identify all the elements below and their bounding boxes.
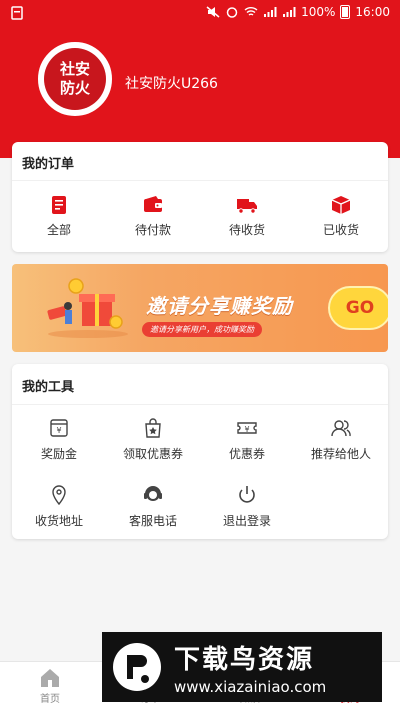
document-icon bbox=[52, 196, 66, 214]
tool-service-label: 客服电话 bbox=[128, 514, 177, 528]
tools-card: 我的工具 ¥ 奖励金 领取优惠券 ¥ 优惠券 推荐给他人 收货地址 客服电话 退… bbox=[12, 364, 388, 539]
location-icon bbox=[52, 485, 66, 506]
wifi-icon bbox=[244, 7, 258, 16]
ticket-icon: ¥ bbox=[237, 422, 257, 434]
order-to-receive-button[interactable]: 待收货 bbox=[200, 194, 294, 238]
tool-reward-button[interactable]: ¥ 奖励金 bbox=[12, 417, 106, 462]
order-received-button[interactable]: 已收货 bbox=[294, 194, 388, 238]
tool-get-coupon-label: 领取优惠券 bbox=[122, 447, 183, 461]
order-to-receive-label: 待收货 bbox=[228, 223, 265, 237]
headset-icon bbox=[144, 486, 162, 501]
divider bbox=[12, 404, 388, 405]
tool-address-label: 收货地址 bbox=[34, 514, 83, 528]
tool-recommend-button[interactable]: 推荐给他人 bbox=[294, 417, 388, 462]
watermark-overlay: 下载鸟资源 www.xiazainiao.com bbox=[102, 632, 382, 702]
order-unpaid-label: 待付款 bbox=[134, 223, 171, 237]
users-icon bbox=[331, 420, 351, 437]
nav-home[interactable]: 首页 bbox=[0, 666, 100, 705]
avatar-logo: 社安 防火 bbox=[44, 48, 106, 110]
truck-icon bbox=[237, 199, 257, 214]
coupon-bag-icon bbox=[145, 418, 161, 438]
wallet-icon bbox=[144, 196, 162, 212]
tool-logout-label: 退出登录 bbox=[222, 514, 271, 528]
tool-coupon-button[interactable]: ¥ 优惠券 bbox=[200, 417, 294, 462]
tool-service-button[interactable]: 客服电话 bbox=[106, 484, 200, 529]
orders-card: 我的订单 全部 待付款 待收货 已收货 bbox=[12, 142, 388, 252]
banner-go-button[interactable]: GO bbox=[328, 286, 388, 330]
home-icon bbox=[41, 669, 59, 687]
svg-text:¥: ¥ bbox=[244, 425, 249, 434]
tools-title: 我的工具 bbox=[22, 380, 75, 395]
watermark-logo-icon bbox=[108, 638, 166, 696]
signal-icon-2 bbox=[283, 7, 296, 17]
gift-illustration bbox=[47, 278, 128, 338]
tool-reward-label: 奖励金 bbox=[40, 447, 77, 461]
power-icon bbox=[239, 486, 255, 503]
order-all-label: 全部 bbox=[46, 223, 71, 237]
svg-text:¥: ¥ bbox=[56, 426, 61, 435]
avatar-text-line1: 社安 bbox=[59, 60, 90, 78]
divider bbox=[12, 180, 388, 181]
signal-icon bbox=[264, 7, 277, 17]
tool-coupon-label: 优惠券 bbox=[228, 447, 265, 461]
tool-recommend-label: 推荐给他人 bbox=[310, 447, 371, 461]
profile-header: 100% 16:00 社安 防火 社安防火U266 bbox=[0, 0, 400, 158]
avatar[interactable]: 社安 防火 bbox=[38, 42, 112, 116]
banner-title: 邀请分享赚奖励 bbox=[146, 294, 293, 318]
avatar-text-line2: 防火 bbox=[59, 79, 90, 97]
tool-get-coupon-button[interactable]: 领取优惠券 bbox=[106, 417, 200, 462]
order-all-button[interactable]: 全部 bbox=[12, 194, 106, 238]
invite-banner[interactable]: 邀请分享赚奖励 邀请分享新用户，成功赚奖励 GO bbox=[12, 264, 388, 352]
notification-icon bbox=[11, 6, 23, 20]
status-bar: 100% 16:00 bbox=[0, 0, 400, 26]
order-received-label: 已收货 bbox=[322, 223, 359, 237]
battery-icon bbox=[340, 5, 351, 19]
battery-percent: 100% bbox=[301, 5, 336, 19]
orders-title: 我的订单 bbox=[22, 157, 75, 172]
tool-address-button[interactable]: 收货地址 bbox=[12, 484, 106, 529]
nav-home-label: 首页 bbox=[40, 694, 60, 705]
alarm-icon bbox=[226, 7, 238, 18]
watermark-url: www.xiazainiao.com bbox=[174, 677, 327, 696]
banner-subtitle: 邀请分享新用户，成功赚奖励 bbox=[142, 322, 262, 337]
order-unpaid-button[interactable]: 待付款 bbox=[106, 194, 200, 238]
box-icon bbox=[331, 196, 351, 214]
watermark-main-text: 下载鸟资源 bbox=[174, 644, 315, 675]
username: 社安防火U266 bbox=[125, 76, 218, 92]
status-time: 16:00 bbox=[355, 5, 390, 19]
mute-icon bbox=[206, 6, 220, 18]
tool-logout-button[interactable]: 退出登录 bbox=[200, 484, 294, 529]
reward-icon: ¥ bbox=[50, 419, 68, 437]
